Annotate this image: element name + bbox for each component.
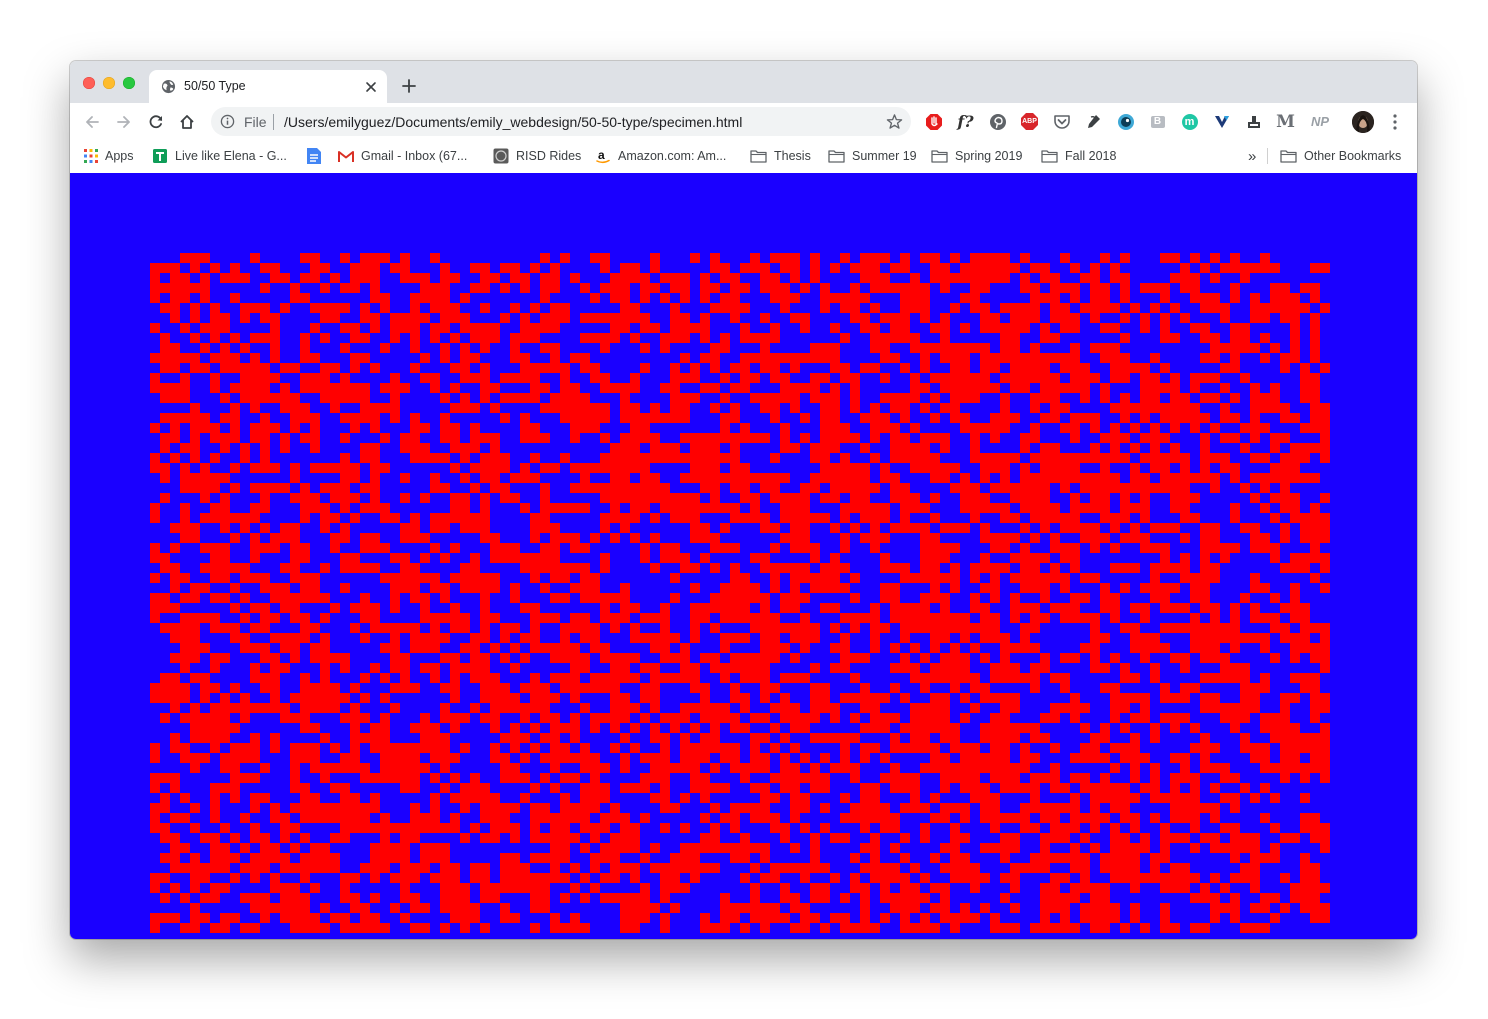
gmail-icon [338,150,354,162]
close-window-button[interactable] [83,77,95,89]
bookmarks-divider [1267,148,1268,164]
font-identifier-icon[interactable]: f? [956,112,975,131]
abp-icon[interactable]: ABP [1020,112,1039,131]
folder-icon [1280,150,1297,163]
bookmark-apps[interactable]: Apps [84,146,134,166]
risd-icon [493,148,509,164]
reload-icon[interactable] [147,113,165,131]
folder-icon [750,150,767,163]
np-icon[interactable]: NP [1308,112,1332,131]
bookmark-other-bookmarks[interactable]: Other Bookmarks [1280,146,1401,166]
tab-strip: 50/50 Type [70,61,1417,103]
url-text[interactable]: /Users/emilyguez/Documents/emily_webdesi… [284,114,742,130]
bookmark-docs[interactable] [306,146,329,166]
folder-icon [1041,150,1058,163]
folder-icon [828,150,845,163]
new-tab-icon[interactable] [401,78,417,94]
bookmarks-overflow-button[interactable]: » [1248,146,1256,166]
browser-window: 50/50 Type File /Users/emilyguez/Documen… [70,61,1417,939]
pocket-icon[interactable] [1052,112,1071,131]
bookmark-folder-thesis[interactable]: Thesis [750,146,811,166]
pinterest-icon[interactable] [988,112,1007,131]
stamp-icon[interactable] [1244,112,1263,131]
address-divider [273,114,274,130]
toolbar: File /Users/emilyguez/Documents/emily_we… [70,103,1417,140]
menu-icon[interactable] [1388,113,1402,131]
tab-active[interactable]: 50/50 Type [149,70,387,103]
bookmark-amazon[interactable]: a Amazon.com: Am... [595,146,726,166]
bookmark-gmail[interactable]: Gmail - Inbox (67... [338,146,467,166]
globe-icon [161,79,176,94]
pen-icon[interactable] [1084,112,1103,131]
close-tab-icon[interactable] [363,79,379,95]
apps-grid-icon [84,149,98,163]
v-icon[interactable] [1212,112,1231,131]
bookmark-folder-fall-2018[interactable]: Fall 2018 [1041,146,1116,166]
minimize-window-button[interactable] [103,77,115,89]
bookmark-star-icon[interactable] [886,113,903,130]
home-icon[interactable] [178,113,196,131]
eye-icon[interactable] [1116,112,1135,131]
bookmark-folder-summer-19[interactable]: Summer 19 [828,146,917,166]
bookmark-risd-rides[interactable]: RISD Rides [493,146,581,166]
m-icon[interactable]: m [1180,112,1199,131]
medium-icon[interactable]: M [1276,112,1295,132]
scheme-label: File [244,114,267,130]
info-icon[interactable] [220,114,235,129]
amazon-icon: a [596,148,610,164]
svg-text:a: a [598,148,605,162]
bookmark-live-like-elena[interactable]: Live like Elena - G... [152,146,287,166]
tab-title: 50/50 Type [184,79,246,93]
adblock-icon[interactable] [924,112,943,131]
docs-icon [307,148,321,164]
red-cells [150,253,1330,933]
avatar[interactable] [1352,111,1374,133]
sheets-icon [153,149,167,163]
forward-icon[interactable] [115,113,133,131]
bookmarks-bar: Apps Live like Elena - G... Gmail - Inbo… [70,140,1417,174]
bookmark-folder-spring-2019[interactable]: Spring 2019 [931,146,1022,166]
folder-icon [931,150,948,163]
maximize-window-button[interactable] [123,77,135,89]
b-icon[interactable]: B [1148,112,1167,131]
page-content [70,173,1417,939]
type-specimen-pattern [150,253,1330,933]
back-icon[interactable] [83,113,101,131]
address-bar[interactable]: File /Users/emilyguez/Documents/emily_we… [211,107,911,136]
